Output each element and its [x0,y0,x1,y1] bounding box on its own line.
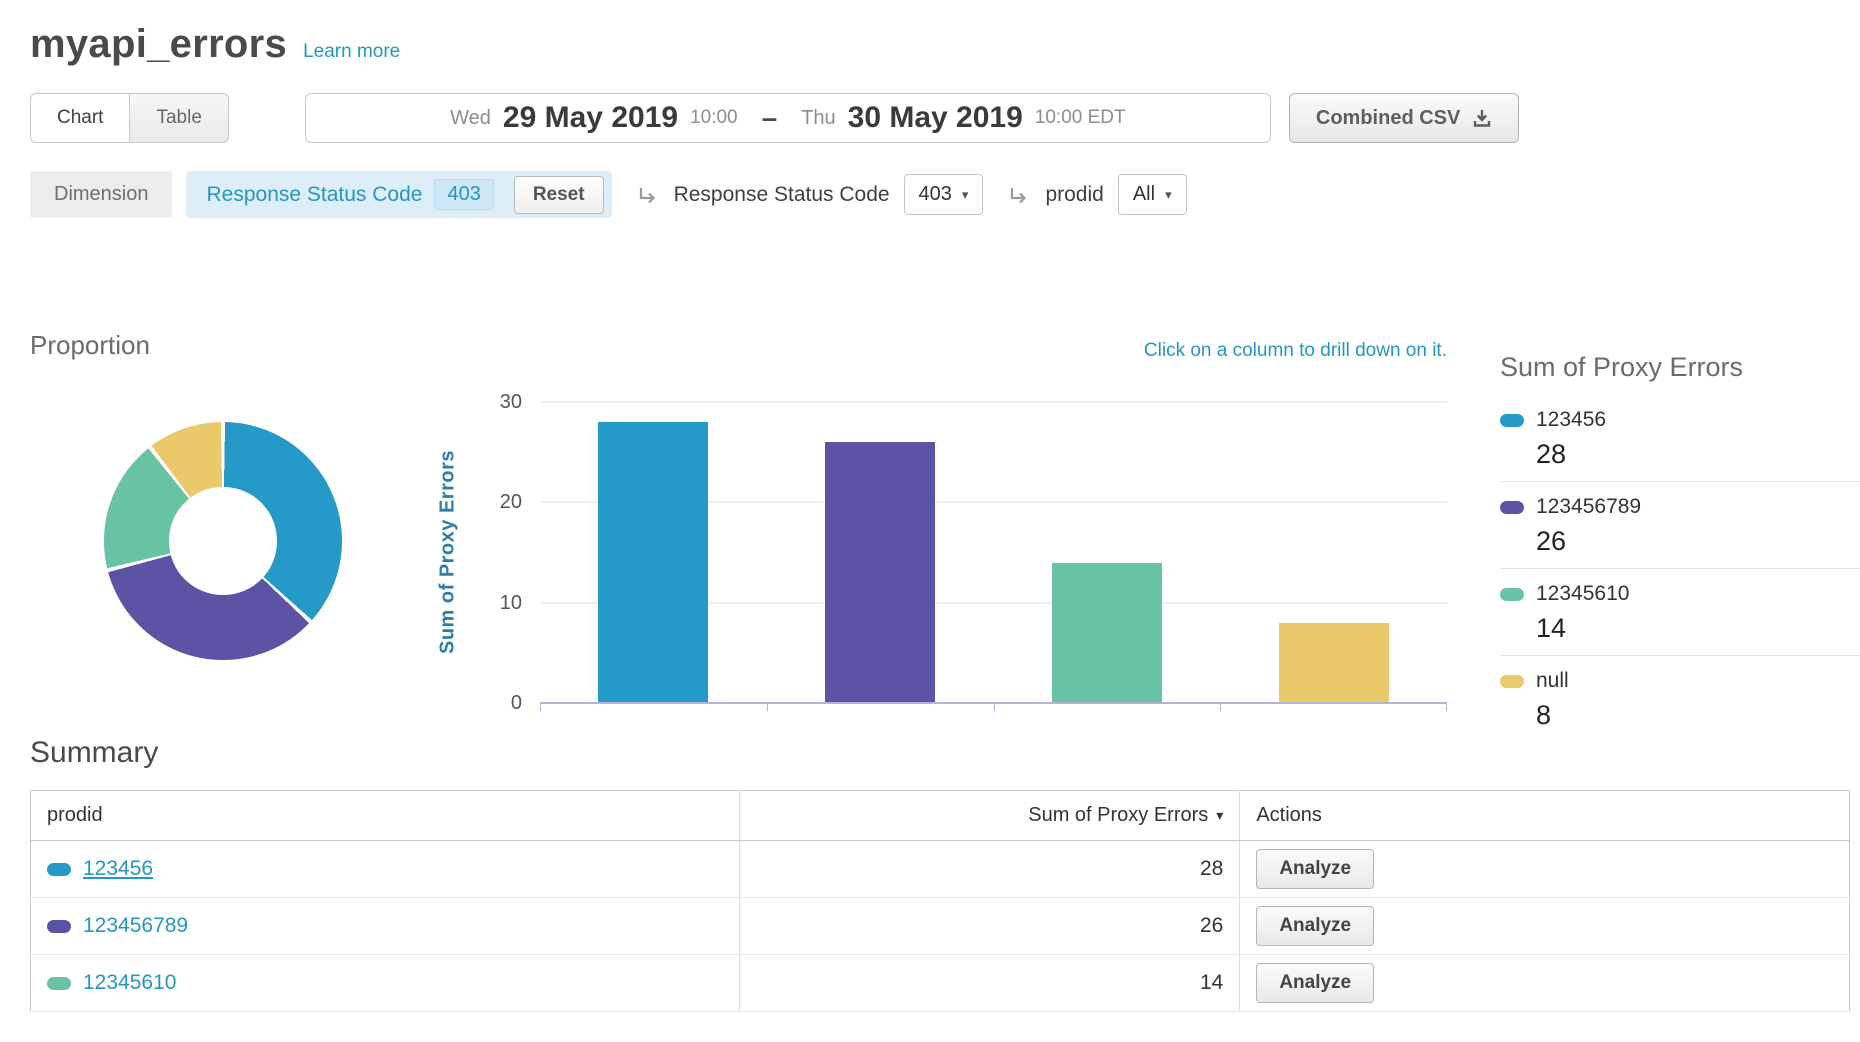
y-tick-label: 0 [462,693,522,713]
x-axis-tick [1220,703,1221,711]
donut-chart[interactable] [104,422,342,660]
response-status-code-dropdown[interactable]: 403 ▾ [904,174,984,215]
x-axis-tick [994,703,995,711]
date-range-separator: – [762,102,778,134]
bar-123456789[interactable] [825,442,935,703]
analyze-button[interactable]: Analyze [1256,849,1374,889]
filter-chip-value: 403 [434,179,493,210]
toolbar: Chart Table Wed 29 May 2019 10:00 – Thu … [30,93,1860,143]
drill-hint: Click on a column to drill down on it. [1144,340,1447,362]
legend-item-label: 123456 [1536,408,1606,432]
end-day: Thu [801,107,835,130]
combined-csv-button[interactable]: Combined CSV [1289,93,1519,143]
view-toggle: Chart Table [30,93,229,143]
reset-button[interactable]: Reset [514,176,604,214]
table-header-row: prodid Sum of Proxy Errors ▾ Actions [31,791,1850,841]
analyze-button[interactable]: Analyze [1256,906,1374,946]
legend-item-value: 26 [1536,526,1860,557]
legend-item: null 8 [1500,656,1860,742]
legend-item: 123456789 26 [1500,482,1860,569]
y-tick-label: 20 [462,492,522,512]
drilldown-label-response-status-code: Response Status Code [674,183,890,207]
response-status-code-value: 403 [919,183,952,206]
analyze-button[interactable]: Analyze [1256,963,1374,1003]
charts-area: Proportion Sum of Proxy Errors Click on … [0,330,1860,722]
y-tick-label: 10 [462,593,522,613]
column-header-sum[interactable]: Sum of Proxy Errors ▾ [739,791,1240,841]
legend-item-label: null [1536,669,1569,693]
caret-down-icon: ▾ [962,187,969,203]
chart-tab[interactable]: Chart [30,93,130,143]
legend-item-value: 14 [1536,613,1860,644]
legend-item-label: 123456789 [1536,495,1641,519]
prodid-link[interactable]: 12345610 [83,971,176,995]
legend-item-value: 8 [1536,700,1860,731]
legend-item-value: 28 [1536,439,1860,470]
table-row: 123456 28 Analyze [31,841,1850,898]
end-date: 30 May 2019 [848,101,1023,135]
prodid-link[interactable]: 123456 [83,857,153,881]
legend-color-chip [1500,501,1524,514]
x-axis-tick [1446,703,1447,711]
gridline [540,702,1447,704]
legend-item: 12345610 14 [1500,569,1860,656]
row-color-chip [47,920,71,933]
x-axis-tick [767,703,768,711]
active-filter-chip: Response Status Code 403 Reset [186,171,611,218]
filter-chip-label: Response Status Code [206,183,422,207]
y-axis-label: Sum of Proxy Errors [437,450,460,654]
legend-item: 123456 28 [1500,395,1860,482]
filter-bar: Dimension Response Status Code 403 Reset… [30,171,1860,218]
start-time: 10:00 [690,107,738,129]
row-color-chip [47,977,71,990]
sort-desc-icon: ▾ [1216,807,1223,824]
bar-plot: 0102030 [540,402,1447,703]
legend-color-chip [1500,675,1524,688]
proportion-label: Proportion [30,330,150,361]
gridline [540,402,1447,403]
bar-12345610[interactable] [1052,563,1162,703]
page-title: myapi_errors [30,22,287,67]
legend-color-chip [1500,588,1524,601]
legend-title: Sum of Proxy Errors [1500,352,1860,383]
x-axis-tick [540,703,541,711]
drill-down-arrow-icon [1007,185,1031,209]
column-header-prodid[interactable]: prodid [31,791,740,841]
bar-null[interactable] [1279,623,1389,703]
sum-value: 26 [739,898,1240,955]
prodid-link[interactable]: 123456789 [83,914,188,938]
y-tick-label: 30 [462,392,522,412]
column-header-actions: Actions [1240,791,1850,841]
drilldown-label-prodid: prodid [1045,183,1103,207]
table-tab[interactable]: Table [130,93,228,143]
prodid-dropdown[interactable]: All ▾ [1118,174,1187,215]
dimension-label: Dimension [30,171,172,218]
learn-more-link[interactable]: Learn more [303,41,400,63]
bar-123456[interactable] [598,422,708,703]
sum-value: 14 [739,955,1240,1012]
end-time: 10:00 EDT [1035,107,1126,129]
summary-table: prodid Sum of Proxy Errors ▾ Actions 123… [30,790,1850,1012]
date-range-picker[interactable]: Wed 29 May 2019 10:00 – Thu 30 May 2019 … [305,93,1271,143]
download-icon [1472,108,1492,128]
table-row: 123456789 26 Analyze [31,898,1850,955]
page-header: myapi_errors Learn more [30,22,1860,67]
row-color-chip [47,863,71,876]
start-day: Wed [450,107,491,130]
caret-down-icon: ▾ [1165,187,1172,203]
drill-down-arrow-icon [636,185,660,209]
table-row: 12345610 14 Analyze [31,955,1850,1012]
chart-legend: Sum of Proxy Errors 123456 28 123456789 … [1500,352,1860,742]
legend-item-label: 12345610 [1536,582,1629,606]
prodid-value: All [1133,183,1155,206]
legend-color-chip [1500,414,1524,427]
sum-value: 28 [739,841,1240,898]
combined-csv-label: Combined CSV [1316,107,1460,130]
start-date: 29 May 2019 [503,101,678,135]
